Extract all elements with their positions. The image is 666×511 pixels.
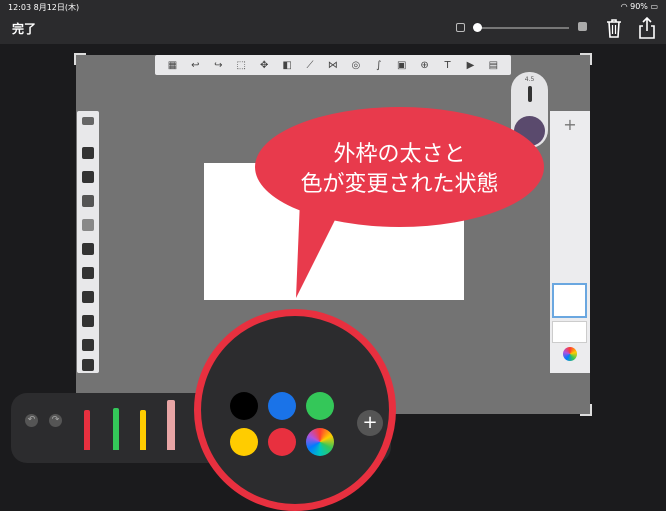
color-wheel-icon[interactable] [306, 428, 334, 456]
brush-size-label: 4.5 [524, 76, 535, 83]
brush-item[interactable] [82, 171, 94, 183]
callout-line-2: 色が変更された状態 [300, 172, 499, 197]
eraser-tool[interactable] [167, 400, 175, 450]
undo-arrow-icon[interactable]: ↩ [188, 60, 202, 71]
battery-percent: 90% [630, 2, 648, 11]
image-icon[interactable]: ▣ [395, 60, 409, 71]
brush-item[interactable] [82, 267, 94, 279]
canvas-corner-handle[interactable] [74, 53, 86, 65]
grid-icon[interactable]: ▦ [165, 60, 179, 71]
ruler-icon[interactable]: ⟋ [303, 60, 317, 71]
marker-red[interactable] [84, 410, 90, 450]
top-bar: 完了 [0, 14, 666, 44]
opacity-slider-thumb[interactable] [473, 23, 482, 32]
callout-tail [296, 200, 345, 298]
brush-nib-icon[interactable] [528, 86, 532, 102]
brush-item[interactable] [82, 291, 94, 303]
select-icon[interactable]: ⬚ [234, 60, 248, 71]
palette-color-green[interactable] [306, 392, 334, 420]
perspective-icon[interactable]: ⊕ [418, 60, 432, 71]
color-wheel-icon[interactable] [563, 347, 577, 361]
status-right: ◠ 90% ▭ [621, 2, 658, 11]
book-icon[interactable]: ▤ [486, 60, 500, 71]
shapes-icon[interactable]: ◎ [349, 60, 363, 71]
tool-strip: ▦ ↩ ↪ ⬚ ✥ ◧ ⟋ ⋈ ◎ ∫ ▣ ⊕ T ▶ ▤ [155, 55, 511, 75]
palette-color-yellow[interactable] [230, 428, 258, 456]
redo-icon[interactable]: ↷ [49, 414, 62, 427]
marker-yellow[interactable] [140, 410, 146, 450]
symmetry-icon[interactable]: ⋈ [326, 60, 340, 71]
opacity-min-icon [456, 23, 465, 32]
text-icon[interactable]: T [441, 60, 455, 71]
brush-item[interactable] [82, 359, 94, 371]
brush-item[interactable] [82, 339, 94, 351]
wifi-icon: ◠ [620, 2, 628, 11]
redo-arrow-icon[interactable]: ↪ [211, 60, 225, 71]
palette-color-red[interactable] [268, 428, 296, 456]
battery-icon: ▭ [650, 2, 658, 11]
brush-item[interactable] [82, 147, 94, 159]
curve-icon[interactable]: ∫ [372, 60, 386, 71]
callout-text: 外枠の太さと 色が変更された状態 [255, 140, 544, 200]
add-color-button[interactable]: + [357, 410, 383, 436]
opacity-slider[interactable] [475, 27, 569, 29]
callout-line-1: 外枠の太さと [333, 142, 466, 167]
share-icon[interactable] [637, 16, 657, 40]
status-bar: 12:03 8月12日(木) ◠ 90% ▭ [0, 0, 666, 14]
move-icon[interactable]: ✥ [257, 60, 271, 71]
canvas-corner-handle[interactable] [580, 404, 592, 416]
brush-item[interactable] [82, 117, 94, 125]
layer-thumbnail[interactable] [552, 283, 587, 318]
undo-icon[interactable]: ↶ [25, 414, 38, 427]
status-left: 12:03 8月12日(木) [8, 2, 79, 13]
canvas-corner-handle[interactable] [580, 53, 592, 65]
trash-icon[interactable] [604, 17, 624, 39]
layers-panel: + [550, 111, 590, 373]
brush-item[interactable] [82, 243, 94, 255]
video-icon[interactable]: ▶ [463, 60, 477, 71]
palette-color-black[interactable] [230, 392, 258, 420]
marker-green[interactable] [113, 408, 119, 450]
add-layer-button[interactable]: + [550, 115, 590, 134]
layer-thumbnail[interactable] [552, 321, 587, 343]
done-button[interactable]: 完了 [12, 20, 36, 37]
status-time: 12:03 [8, 3, 32, 12]
opacity-max-icon [578, 22, 587, 31]
fill-icon[interactable]: ◧ [280, 60, 294, 71]
brush-item[interactable] [82, 219, 94, 231]
palette-color-blue[interactable] [268, 392, 296, 420]
brush-item[interactable] [82, 195, 94, 207]
status-date: 8月12日(木) [33, 3, 80, 12]
brush-item[interactable] [82, 315, 94, 327]
brush-library-panel [77, 111, 99, 373]
